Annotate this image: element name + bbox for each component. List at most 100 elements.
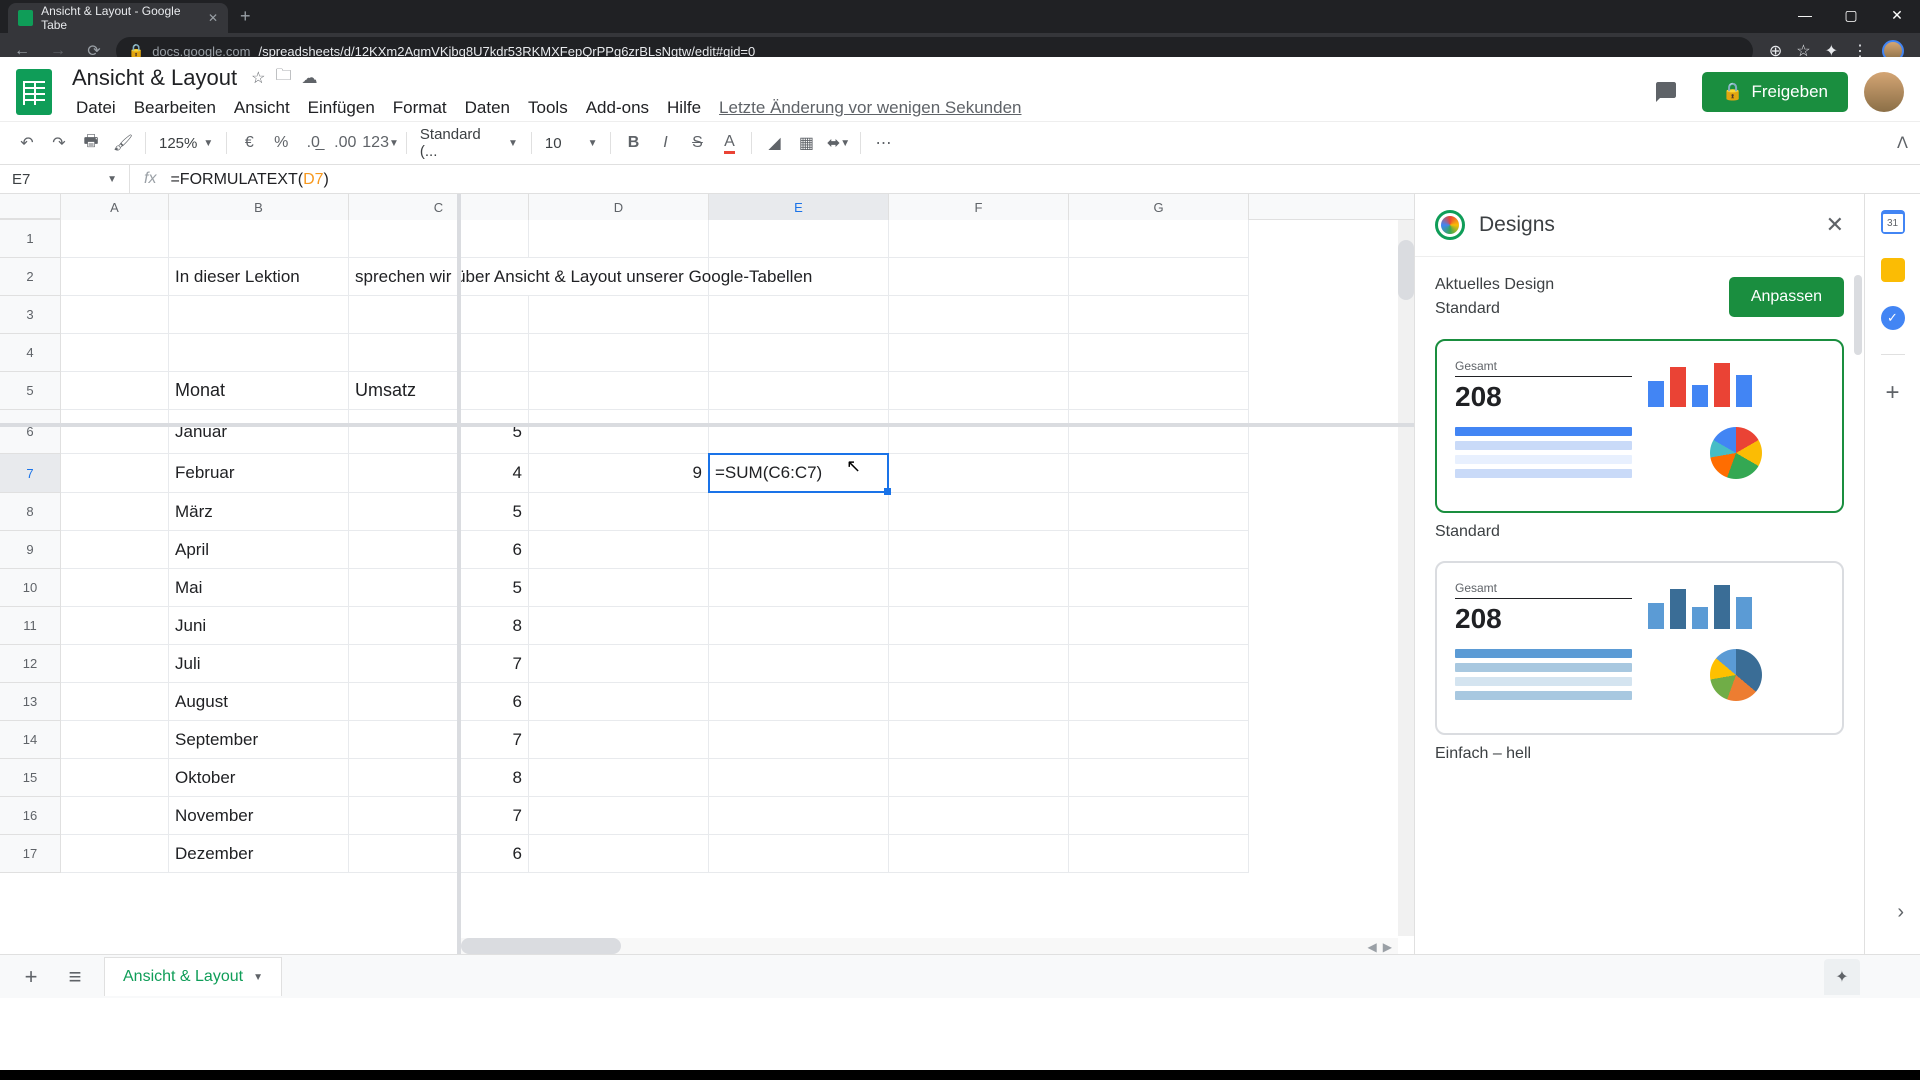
cell-F7[interactable] [889,454,1069,493]
cell-A3[interactable] [61,296,169,334]
cell-E13[interactable] [709,683,889,721]
cell-G5[interactable] [1069,372,1249,410]
spreadsheet-grid[interactable]: ABCDEFGIn dieser Lektionsprechen wir übe… [0,194,1414,954]
column-header-G[interactable]: G [1069,194,1249,220]
cell-G9[interactable] [1069,531,1249,569]
maximize-button[interactable]: ▢ [1828,0,1874,30]
cell-D4[interactable] [529,334,709,372]
cell-G12[interactable] [1069,645,1249,683]
decrease-decimal-button[interactable]: .0̲ [298,128,328,158]
cell-E14[interactable] [709,721,889,759]
cell-G17[interactable] [1069,835,1249,873]
vertical-scrollbar[interactable] [1398,220,1414,936]
cell-F15[interactable] [889,759,1069,797]
menu-item-format[interactable]: Format [385,95,455,121]
cell-A12[interactable] [61,645,169,683]
italic-button[interactable]: I [650,128,680,158]
cell-A7[interactable] [61,454,169,493]
cell-B5[interactable]: Monat [169,372,349,410]
cell-D10[interactable] [529,569,709,607]
undo-button[interactable]: ↶ [12,128,42,158]
column-header-A[interactable]: A [61,194,169,220]
bold-button[interactable]: B [618,128,648,158]
cell-B15[interactable]: Oktober [169,759,349,797]
more-formats-button[interactable]: 123▼ [362,128,399,158]
row-header-14[interactable]: 14 [0,721,61,759]
star-icon[interactable]: ☆ [251,68,265,88]
panel-scrollbar[interactable] [1854,275,1862,355]
menu-item-ansicht[interactable]: Ansicht [226,95,298,121]
menu-item-daten[interactable]: Daten [457,95,518,121]
cell-B17[interactable]: Dezember [169,835,349,873]
cell-C6[interactable]: 5 [349,410,529,454]
cell-C10[interactable]: 5 [349,569,529,607]
cell-D5[interactable] [529,372,709,410]
column-header-C[interactable]: C [349,194,529,220]
row-header-15[interactable]: 15 [0,759,61,797]
cell-A2[interactable] [61,258,169,296]
cell-A17[interactable] [61,835,169,873]
merge-cells-button[interactable]: ⬌▼ [823,128,853,158]
cell-F10[interactable] [889,569,1069,607]
column-header-F[interactable]: F [889,194,1069,220]
cell-F6[interactable] [889,410,1069,454]
cell-D7[interactable]: 9 [529,454,709,493]
cell-B14[interactable]: September [169,721,349,759]
font-select[interactable]: Standard (...▼ [414,126,524,160]
cell-A14[interactable] [61,721,169,759]
cell-C4[interactable] [349,334,529,372]
cell-E6[interactable] [709,410,889,454]
cell-C5[interactable]: Umsatz [349,372,529,410]
cell-G8[interactable] [1069,493,1249,531]
cell-A6[interactable] [61,410,169,454]
cell-E3[interactable] [709,296,889,334]
cell-F1[interactable] [889,220,1069,258]
move-icon[interactable]: 🗀 [275,64,291,91]
cell-D6[interactable] [529,410,709,454]
cell-D17[interactable] [529,835,709,873]
cell-C13[interactable]: 6 [349,683,529,721]
sheet-nav-arrows[interactable]: ◀▶ [1368,940,1392,954]
row-header-2[interactable]: 2 [0,258,61,296]
sheet-tab-active[interactable]: Ansicht & Layout ▼ [104,957,282,996]
row-header-6[interactable]: 6 [0,410,61,454]
row-header-11[interactable]: 11 [0,607,61,645]
row-header-1[interactable]: 1 [0,220,61,258]
cell-A11[interactable] [61,607,169,645]
freeze-line-horizontal[interactable] [0,423,1414,427]
increase-decimal-button[interactable]: .00 [330,128,360,158]
cell-A10[interactable] [61,569,169,607]
cell-F13[interactable] [889,683,1069,721]
close-window-button[interactable]: ✕ [1874,0,1920,30]
tasks-icon[interactable] [1881,306,1905,330]
cell-G10[interactable] [1069,569,1249,607]
cell-C14[interactable]: 7 [349,721,529,759]
cell-A4[interactable] [61,334,169,372]
cell-F9[interactable] [889,531,1069,569]
cell-B11[interactable]: Juni [169,607,349,645]
explore-button[interactable]: ✦ [1824,959,1860,995]
strikethrough-button[interactable]: S [682,128,712,158]
customize-button[interactable]: Anpassen [1729,277,1844,317]
cell-C3[interactable] [349,296,529,334]
cell-F8[interactable] [889,493,1069,531]
cell-G15[interactable] [1069,759,1249,797]
cell-A13[interactable] [61,683,169,721]
calendar-icon[interactable] [1881,210,1905,234]
cell-E17[interactable] [709,835,889,873]
cell-B13[interactable]: August [169,683,349,721]
cell-G6[interactable] [1069,410,1249,454]
browser-tab[interactable]: Ansicht & Layout - Google Tabe ✕ [8,3,228,33]
row-header-7[interactable]: 7 [0,454,61,493]
font-size-select[interactable]: 10▼ [539,135,604,152]
freeze-line-vertical[interactable] [457,194,461,954]
cell-E1[interactable] [709,220,889,258]
keep-icon[interactable] [1881,258,1905,282]
cell-G7[interactable] [1069,454,1249,493]
sheets-logo[interactable] [8,66,60,118]
cell-B10[interactable]: Mai [169,569,349,607]
last-edit-link[interactable]: Letzte Änderung vor wenigen Sekunden [711,95,1029,121]
cell-F5[interactable] [889,372,1069,410]
cell-A1[interactable] [61,220,169,258]
menu-item-datei[interactable]: Datei [68,95,124,121]
